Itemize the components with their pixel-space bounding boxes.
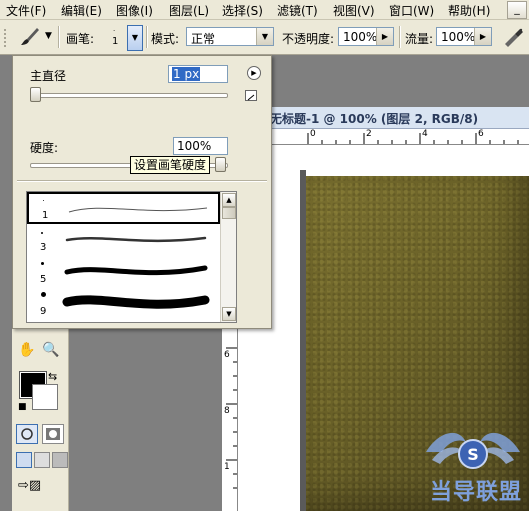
menu-layer[interactable]: 图层(L) <box>169 2 209 19</box>
ruler-label: 6 <box>478 129 484 139</box>
mode-value: 正常 <box>191 32 216 46</box>
menu-image[interactable]: 图像(I) <box>116 2 153 19</box>
grip-handle[interactable] <box>4 29 12 47</box>
flow-value: 100% <box>441 30 476 44</box>
document-title-bar[interactable]: 无标题-1 @ 100% (图层 2, RGB/8) <box>270 107 529 129</box>
screen-mode-full-menu-icon[interactable] <box>34 452 50 468</box>
ruler-label: 8 <box>224 406 230 416</box>
toolbox-panel: ✋ 🔍 ⇆ ■ ⇨▨ <box>12 326 69 511</box>
brush-size: 1 <box>42 210 49 221</box>
zoom-tool-icon[interactable]: 🔍 <box>40 340 62 360</box>
options-bar: ▼ 画笔: · 1 ▼ 模式: 正常 ▼ 不透明度: 100% ▶ 流量: 10… <box>0 20 529 55</box>
hardness-label: 硬度: <box>30 141 59 155</box>
brush-size-dot: · <box>113 27 116 35</box>
scroll-up-icon[interactable]: ▲ <box>222 193 236 207</box>
document-title: 无标题-1 @ 100% (图层 2, RGB/8) <box>270 112 479 126</box>
mode-select[interactable]: 正常 ▼ <box>186 27 274 46</box>
master-diameter-slider[interactable] <box>30 93 228 98</box>
ruler-label: 6 <box>224 350 230 360</box>
brush-preset-item[interactable]: 1 <box>27 192 220 224</box>
scroll-thumb[interactable] <box>222 207 236 219</box>
tool-preset-arrow[interactable]: ▼ <box>45 31 52 41</box>
swap-colors-icon[interactable]: ⇆ <box>48 370 57 383</box>
menu-view[interactable]: 视图(V) <box>333 2 375 19</box>
brush-preset-item[interactable]: 3 <box>27 224 220 256</box>
quick-mask-button[interactable] <box>42 424 64 444</box>
menu-edit[interactable]: 编辑(E) <box>61 2 102 19</box>
master-diameter-label: 主直径 <box>30 69 67 83</box>
ruler-label: 4 <box>422 129 428 139</box>
brush-label: 画笔: <box>66 32 95 46</box>
hardness-input[interactable]: 100% <box>173 137 228 155</box>
watermark-text: 当导联盟 <box>430 480 523 505</box>
brush-preset-item[interactable]: 5 <box>27 256 220 288</box>
brush-picker-dropdown[interactable]: ▼ <box>127 25 143 51</box>
brush-size: 3 <box>40 242 47 253</box>
tooltip: 设置画笔硬度 <box>130 156 211 174</box>
menu-select[interactable]: 选择(S) <box>222 2 263 19</box>
brush-picker-popup: 主直径 1 px ▶ 硬度: 100% 设置画笔硬度 1 3 5 9 ▲ ▼ <box>12 55 272 329</box>
master-diameter-slider-thumb[interactable] <box>30 87 41 102</box>
popup-menu-icon[interactable]: ▶ <box>247 66 261 80</box>
screen-mode-full-icon[interactable] <box>52 452 68 468</box>
hand-tool-icon[interactable]: ✋ <box>16 340 38 360</box>
svg-text:S: S <box>467 445 479 464</box>
default-colors-icon[interactable]: ■ <box>18 402 27 412</box>
brush-list-scrollbar[interactable]: ▲ ▼ <box>220 192 236 322</box>
scroll-down-icon[interactable]: ▼ <box>222 307 236 321</box>
chevron-down-icon: ▼ <box>256 28 273 45</box>
master-diameter-input[interactable]: 1 px <box>168 65 228 83</box>
ruler-label: 2 <box>366 129 372 139</box>
hardness-slider-thumb[interactable] <box>215 157 226 172</box>
background-color-swatch[interactable] <box>32 384 58 410</box>
airbrush-icon[interactable] <box>501 26 525 48</box>
brush-preset-list[interactable]: 1 3 5 9 ▲ ▼ <box>26 191 237 323</box>
watermark-logo: S 当导联盟 <box>418 412 528 508</box>
divider <box>17 180 267 182</box>
opacity-field[interactable]: 100% ▶ <box>338 27 394 46</box>
ruler-label: 1 <box>224 462 230 472</box>
screen-mode-standard-icon[interactable] <box>16 452 32 468</box>
sample-size-icon[interactable] <box>245 90 257 101</box>
ruler-label: 0 <box>310 129 316 139</box>
master-diameter-value: 1 px <box>172 67 201 81</box>
flow-label: 流量: <box>405 32 434 46</box>
mode-label: 模式: <box>151 32 180 46</box>
menu-file[interactable]: 文件(F) <box>6 2 46 19</box>
menu-bar: 文件(F) 编辑(E) 图像(I) 图层(L) 选择(S) 滤镜(T) 视图(V… <box>0 0 529 20</box>
brush-size-value: 1 <box>112 36 119 47</box>
opacity-value: 100% <box>343 30 378 44</box>
brush-size: 9 <box>40 306 47 317</box>
chevron-right-icon[interactable]: ▶ <box>376 28 393 45</box>
flow-field[interactable]: 100% ▶ <box>436 27 492 46</box>
chevron-right-icon[interactable]: ▶ <box>474 28 491 45</box>
brush-preset-item[interactable]: 9 <box>27 288 220 320</box>
menu-filter[interactable]: 滤镜(T) <box>277 2 318 19</box>
opacity-label: 不透明度: <box>282 32 335 46</box>
menu-window[interactable]: 窗口(W) <box>389 2 434 19</box>
menu-help[interactable]: 帮助(H) <box>448 2 490 19</box>
brush-tool-icon[interactable] <box>18 25 44 49</box>
minimize-button[interactable]: _ <box>507 1 527 19</box>
brush-size: 5 <box>40 274 47 285</box>
standard-mode-button[interactable] <box>16 424 38 444</box>
hardness-value: 100% <box>177 139 212 153</box>
jump-to-imageready-icon[interactable]: ⇨▨ <box>18 478 66 496</box>
